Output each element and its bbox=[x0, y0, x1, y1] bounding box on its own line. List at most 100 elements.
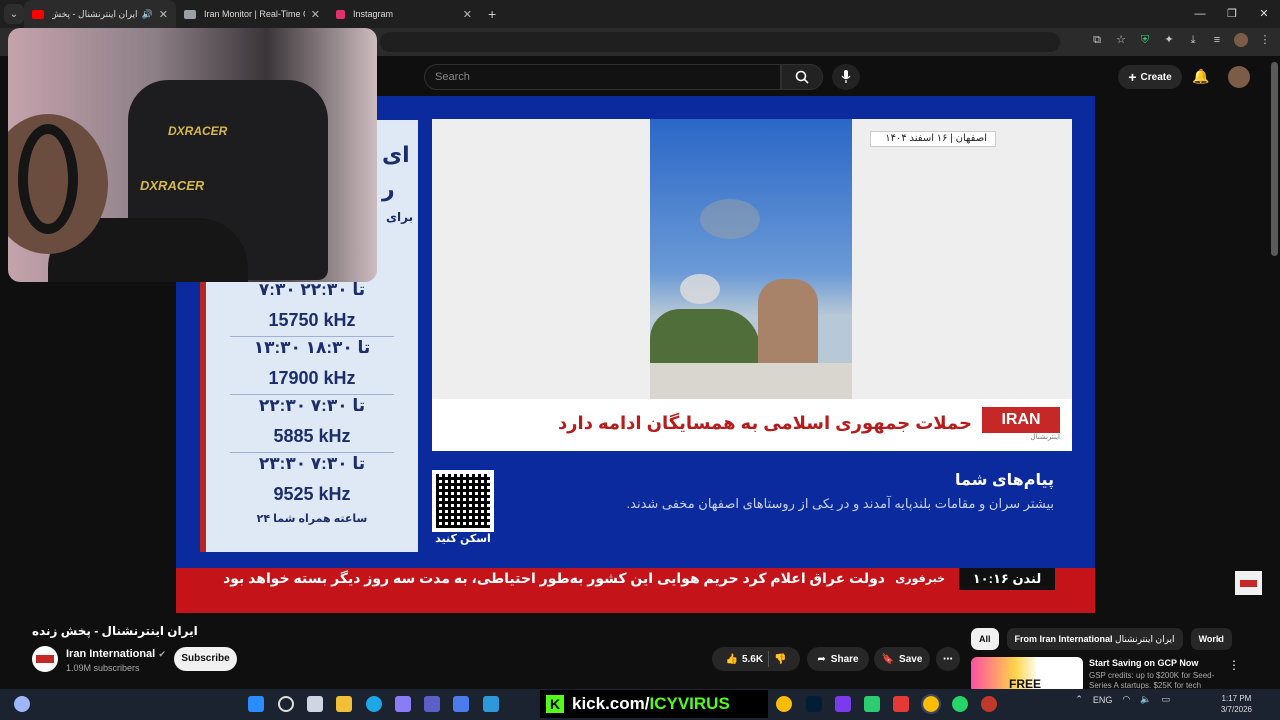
chevron-up-icon[interactable]: ⌃ bbox=[1075, 694, 1083, 705]
search-button[interactable] bbox=[781, 64, 823, 90]
chip-world[interactable]: World bbox=[1190, 628, 1232, 650]
wps-icon[interactable] bbox=[893, 696, 909, 712]
recommendation-chips: All From Iran International ایران اینترن… bbox=[971, 628, 1232, 650]
qr-code bbox=[432, 470, 494, 532]
search-icon bbox=[795, 70, 809, 84]
chevron-right-icon[interactable]: › bbox=[1216, 632, 1220, 646]
new-tab-button[interactable]: + bbox=[488, 6, 496, 22]
chip-all[interactable]: All bbox=[971, 628, 999, 650]
wall bbox=[650, 363, 852, 399]
tab-search-button[interactable]: ⌄ bbox=[4, 4, 24, 24]
search-input[interactable]: Search bbox=[424, 64, 781, 90]
browser-tab-1[interactable]: ایران اینترنشنال - پخش زنده 🔊 ✕ bbox=[24, 0, 176, 28]
scrollbar[interactable] bbox=[1271, 62, 1278, 256]
voice-search-button[interactable] bbox=[832, 64, 860, 90]
chip-label-fa: ایران اینترنشنال bbox=[1115, 634, 1175, 644]
file-explorer-icon[interactable] bbox=[336, 696, 352, 712]
chip-from-channel[interactable]: From Iran International ایران اینترنشنال bbox=[1006, 628, 1183, 650]
more-actions-button[interactable]: ⋯ bbox=[936, 647, 960, 671]
battery-icon[interactable]: ▭ bbox=[1161, 694, 1170, 705]
schedule-time: ۷:۳۰ تا ۲۲:۳۰ bbox=[258, 280, 366, 299]
logo-wordmark: IRAN bbox=[982, 407, 1060, 433]
tab-title: Iran Monitor | Real-Time OSINT bbox=[204, 9, 305, 19]
start-menu-icon[interactable] bbox=[248, 696, 264, 712]
account-avatar[interactable] bbox=[1228, 66, 1250, 88]
copilot-icon[interactable] bbox=[395, 696, 411, 712]
install-app-icon[interactable]: ⧉ bbox=[1090, 33, 1104, 47]
dislike-button[interactable]: 👎 bbox=[774, 654, 786, 665]
headphones bbox=[18, 124, 78, 234]
close-icon[interactable]: ✕ bbox=[159, 8, 168, 21]
schedule-time: ۲۲:۳۰ تا ۷:۳۰ bbox=[258, 396, 366, 415]
photoshop-icon[interactable] bbox=[806, 696, 822, 712]
wifi-icon[interactable]: ◠ bbox=[1122, 694, 1130, 705]
browser-tab-3[interactable]: Instagram ✕ bbox=[328, 0, 480, 28]
close-window-icon[interactable]: ✕ bbox=[1248, 0, 1280, 28]
profile-avatar-icon[interactable] bbox=[1234, 33, 1248, 47]
schedule-time: ۲۳:۳۰ تا ۷:۳۰ bbox=[258, 454, 366, 473]
whatsapp-icon[interactable] bbox=[952, 696, 968, 712]
youtube-icon bbox=[32, 9, 44, 19]
app-icon-3[interactable] bbox=[981, 696, 997, 712]
news-ticker: لندن ۱۰:۱۶ خبرفوری دولت عراق اعلام کرد ح… bbox=[176, 568, 1095, 613]
mail-icon[interactable] bbox=[483, 696, 499, 712]
volume-icon[interactable]: 🔈 bbox=[1140, 694, 1151, 705]
extensions-icon[interactable]: ✦ bbox=[1162, 33, 1176, 47]
share-icon: ➦ bbox=[817, 653, 826, 665]
channel-logo-icon bbox=[36, 655, 54, 663]
teams-icon[interactable] bbox=[424, 696, 440, 712]
schedule-heading: ای bbox=[382, 142, 410, 167]
address-bar[interactable] bbox=[380, 32, 1060, 52]
share-button[interactable]: ➦ Share bbox=[807, 647, 869, 671]
notifications-bell-icon[interactable]: 🔔 bbox=[1192, 68, 1209, 85]
browser-menu-icon[interactable]: ⋮ bbox=[1258, 33, 1272, 47]
ad-thumbnail[interactable]: FREE bbox=[971, 657, 1083, 693]
shield-extension-icon[interactable]: ⛨ bbox=[1138, 33, 1152, 47]
video-title: ایران اینترنشنال - پخش زنده bbox=[32, 624, 198, 638]
close-icon[interactable]: ✕ bbox=[463, 8, 472, 21]
language-indicator[interactable]: ENG bbox=[1093, 695, 1113, 705]
task-view-icon[interactable] bbox=[307, 696, 323, 712]
ad-title[interactable]: Start Saving on GCP Now bbox=[1089, 658, 1198, 668]
download-icon[interactable]: ⤓ bbox=[1186, 33, 1200, 47]
weather-widget-icon[interactable] bbox=[14, 696, 30, 712]
media-controls-icon[interactable]: ≡ bbox=[1210, 33, 1224, 47]
taskbar-clock[interactable]: 1:17 PM 3/7/2026 bbox=[1221, 693, 1252, 715]
minimize-icon[interactable]: — bbox=[1184, 0, 1216, 28]
system-tray: ⌃ ENG ◠ 🔈 ▭ bbox=[1075, 694, 1170, 705]
speaker-icon[interactable]: 🔊 bbox=[142, 9, 153, 20]
thumbs-down-icon: 👎 bbox=[774, 653, 787, 665]
webcam-overlay: DXRACER DXRACER bbox=[8, 28, 377, 282]
news-photo bbox=[650, 119, 852, 399]
more-vertical-icon[interactable]: ⋮ bbox=[1228, 658, 1240, 672]
schedule-subheading: برای bbox=[386, 210, 414, 224]
close-icon[interactable]: ✕ bbox=[311, 8, 320, 21]
messages-title: پیام‌های شما bbox=[955, 472, 1054, 489]
save-button[interactable]: 🔖 Save bbox=[874, 647, 930, 671]
channel-avatar[interactable] bbox=[32, 646, 58, 672]
edge-icon[interactable] bbox=[366, 696, 382, 712]
obs-icon[interactable] bbox=[835, 696, 851, 712]
restore-icon[interactable]: ❐ bbox=[1216, 0, 1248, 28]
app-icon[interactable] bbox=[453, 696, 469, 712]
chrome-active-icon[interactable] bbox=[921, 694, 941, 714]
like-button[interactable]: 👍 5.6K bbox=[725, 654, 763, 665]
schedule-heading-2: ر bbox=[382, 176, 395, 201]
browser-tab-2[interactable]: Iran Monitor | Real-Time OSINT ✕ bbox=[176, 0, 328, 28]
chrome-icon[interactable] bbox=[776, 696, 792, 712]
trees bbox=[650, 309, 760, 369]
create-button[interactable]: + Create bbox=[1118, 65, 1182, 89]
browser-tab-strip: ⌄ ایران اینترنشنال - پخش زنده 🔊 ✕ Iran M… bbox=[0, 0, 1280, 28]
floating-channel-icon[interactable] bbox=[1235, 571, 1262, 595]
qr-pattern bbox=[436, 474, 490, 528]
channel-name[interactable]: Iran International ✔ bbox=[66, 648, 166, 660]
bookmark-star-icon[interactable]: ☆ bbox=[1114, 33, 1128, 47]
subscribe-button[interactable]: Subscribe bbox=[174, 647, 237, 671]
search-icon[interactable] bbox=[278, 696, 294, 712]
share-label: Share bbox=[830, 653, 859, 665]
iran-international-logo: IRAN اینترنشنال bbox=[982, 407, 1060, 443]
verified-icon: ✔ bbox=[158, 649, 166, 659]
app-icon-2[interactable] bbox=[864, 696, 880, 712]
channel-logo-icon bbox=[1240, 579, 1257, 587]
microphone-icon bbox=[841, 70, 851, 83]
